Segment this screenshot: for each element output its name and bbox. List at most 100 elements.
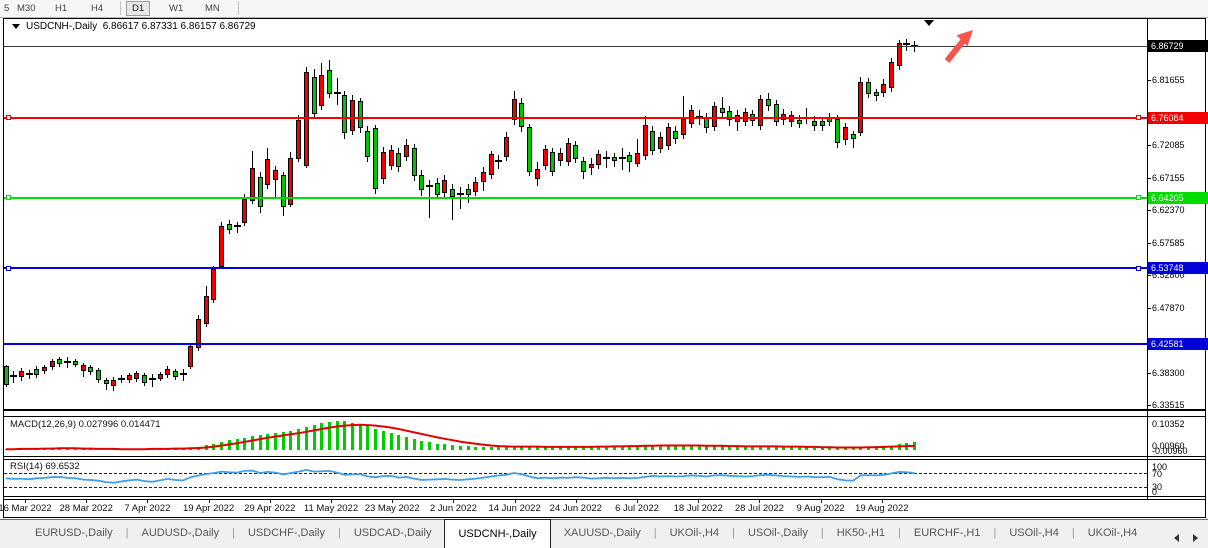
candle-body <box>874 92 879 96</box>
date-label: 18 Jul 2022 <box>674 503 723 514</box>
tab-hk50-h1[interactable]: HK50-,H1 <box>824 520 898 548</box>
macd-histogram-bar <box>420 441 423 450</box>
macd-histogram-bar <box>12 449 15 450</box>
macd-histogram-bar <box>212 444 215 450</box>
candle-body <box>774 104 779 122</box>
macd-histogram-bar <box>659 446 662 450</box>
macd-histogram-bar <box>798 447 801 450</box>
macd-histogram-bar <box>205 445 208 450</box>
tab-ukoil-h4[interactable]: UKOil-,H4 <box>657 520 733 548</box>
line-handle[interactable] <box>1136 266 1141 271</box>
trading-terminal: 5M30H1H4D1W1MN USDCNH-,Daily 6.86617 6.8… <box>0 0 1208 548</box>
candle-doji <box>603 157 610 159</box>
macd-histogram-bar <box>112 449 115 450</box>
macd-histogram-bar <box>882 446 885 450</box>
hline-6.64205[interactable] <box>4 197 1147 199</box>
macd-histogram-bar <box>459 446 462 450</box>
tab-xauusd-daily[interactable]: XAUUSD-,Daily <box>551 520 654 548</box>
macd-histogram-bar <box>228 440 231 450</box>
candle-doji <box>334 92 341 94</box>
date-label: 23 May 2022 <box>365 503 420 514</box>
candle-body <box>612 157 617 161</box>
candle-body <box>350 100 355 130</box>
macd-histogram-bar <box>782 447 785 450</box>
candle-body <box>527 127 532 172</box>
hline-6.76084[interactable] <box>4 117 1147 119</box>
line-handle[interactable] <box>1136 195 1141 200</box>
candle-body <box>242 199 247 223</box>
rsi-level-30 <box>4 487 1147 488</box>
macd-histogram-bar <box>898 444 901 450</box>
candle-doji <box>619 157 626 159</box>
tab-ukoil-h4[interactable]: UKOil-,H4 <box>1075 520 1151 548</box>
macd-histogram-bar <box>28 449 31 450</box>
candle-doji <box>64 361 71 363</box>
candle-body <box>373 128 378 189</box>
tab-usdcad-daily[interactable]: USDCAD-,Daily <box>341 520 445 548</box>
macd-histogram-bar <box>590 447 593 450</box>
price-tick-label: 6.47870 <box>1152 303 1185 313</box>
macd-histogram-bar <box>482 447 485 450</box>
macd-histogram-bar <box>89 449 92 450</box>
tab-audusd-daily[interactable]: AUDUSD-,Daily <box>128 520 232 548</box>
macd-histogram-bar <box>413 439 416 450</box>
candle-body <box>581 161 586 172</box>
macd-histogram-bar <box>405 437 408 450</box>
candle-body <box>550 152 555 172</box>
candle-body <box>412 148 417 176</box>
macd-histogram-bar <box>236 439 239 450</box>
candle-body <box>797 120 802 124</box>
macd-histogram-bar <box>128 449 131 450</box>
tab-usdchf-daily[interactable]: USDCHF-,Daily <box>235 520 338 548</box>
macd-histogram-bar <box>690 446 693 450</box>
candle-body <box>365 131 370 157</box>
line-handle[interactable] <box>6 266 11 271</box>
price-badge-6.76084: 6.76084 <box>1148 112 1208 124</box>
chart-plot-area[interactable]: 6.816556.720856.671556.623706.575856.528… <box>0 0 1208 548</box>
candle-body <box>396 153 401 167</box>
candle-wick <box>606 151 607 168</box>
macd-histogram-bar <box>320 423 323 450</box>
date-label: 9 Aug 2022 <box>797 503 845 514</box>
macd-histogram-bar <box>821 448 824 450</box>
tab-usoil-daily[interactable]: USOil-,Daily <box>735 520 821 548</box>
macd-histogram-bar <box>336 421 339 450</box>
candle-body <box>635 153 640 163</box>
candle-doji <box>10 375 17 377</box>
macd-histogram-bar <box>359 424 362 450</box>
tab-eurusd-daily[interactable]: EURUSD-,Daily <box>22 520 126 548</box>
macd-histogram-bar <box>436 444 439 450</box>
candle-body <box>358 101 363 129</box>
candle-wick <box>622 148 623 170</box>
hline-6.42581[interactable] <box>4 343 1147 345</box>
macd-histogram-bar <box>828 448 831 450</box>
macd-histogram-bar <box>813 448 816 450</box>
candle-doji <box>234 225 241 227</box>
line-handle[interactable] <box>6 195 11 200</box>
hline-6.53748[interactable] <box>4 267 1147 269</box>
macd-histogram-bar <box>751 447 754 450</box>
tab-scroll-left-icon[interactable] <box>1174 534 1179 542</box>
chart-dropdown-icon[interactable] <box>12 24 20 29</box>
macd-histogram-bar <box>721 446 724 450</box>
tab-eurchf-h1[interactable]: EURCHF-,H1 <box>901 520 994 548</box>
macd-histogram-bar <box>790 447 793 450</box>
macd-histogram-bar <box>567 447 570 450</box>
macd-histogram-bar <box>674 445 677 450</box>
tab-usoil-h4[interactable]: USOil-,H4 <box>996 520 1072 548</box>
line-handle[interactable] <box>6 115 11 120</box>
macd-histogram-bar <box>282 432 285 450</box>
tab-scroll-right-icon[interactable] <box>1193 534 1198 542</box>
macd-panel-title: MACD(12,26,9) 0.027996 0.014471 <box>10 419 161 430</box>
macd-histogram-bar <box>744 447 747 450</box>
macd-histogram-bar <box>505 447 508 450</box>
tab-usdcnh-daily[interactable]: USDCNH-,Daily <box>444 519 550 548</box>
chart-symbol-period: USDCNH-,Daily <box>26 21 97 32</box>
candle-body <box>481 172 486 182</box>
candle-body <box>489 154 494 175</box>
chart-title: USDCNH-,Daily 6.86617 6.87331 6.86157 6.… <box>12 21 256 32</box>
macd-histogram-bar <box>520 446 523 450</box>
macd-histogram-bar <box>66 448 69 450</box>
line-handle[interactable] <box>1136 115 1141 120</box>
macd-histogram-bar <box>374 429 377 450</box>
